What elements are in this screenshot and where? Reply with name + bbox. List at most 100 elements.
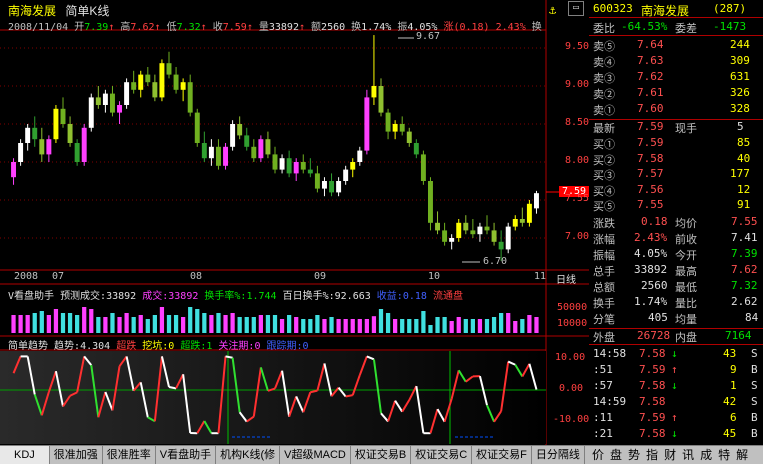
tick-row: 14:587.58↓43S [589, 347, 763, 362]
quote-footer-tab[interactable]: 指 [643, 446, 661, 464]
volume-bar [315, 315, 319, 333]
stat-row: 总额2560最低7.32 [589, 279, 763, 294]
candle-body [520, 219, 525, 223]
buy-level-row: 买④7.5612 [589, 183, 763, 198]
candle-body [407, 132, 412, 143]
candle-body [251, 147, 256, 158]
tab-rfgx[interactable]: 日分隔线 [532, 446, 585, 464]
stat-row: 分笔405均量84 [589, 311, 763, 326]
volume-bar [457, 317, 461, 333]
tab-jgkx[interactable]: 机构K线(修 [216, 446, 280, 464]
chart-area[interactable] [0, 0, 589, 445]
tab-qzjyf[interactable]: 权证交易F [472, 446, 532, 464]
volume-bar [18, 315, 22, 333]
candle-body [371, 86, 376, 97]
latest-row: 最新 7.59 现手 5 [589, 119, 763, 135]
outer-inner-row: 外盘 26728 内盘 7164 [589, 328, 763, 345]
candle-body [230, 124, 235, 147]
quote-footer-tab[interactable]: 解 [733, 446, 751, 464]
volume-bar [96, 317, 100, 333]
price-axis: 9.50 9.00 8.50 8.00 7.55 7.00 [547, 0, 589, 270]
volume-bar [520, 319, 524, 333]
candle-body [364, 97, 369, 150]
sell-level-row: 卖⑤7.64244 [589, 38, 763, 53]
volume-bar [124, 313, 128, 333]
volume-bar [47, 315, 51, 333]
candle-body [82, 128, 87, 162]
candle-body [350, 162, 355, 170]
quote-footer-tab[interactable]: 财 [661, 446, 679, 464]
sell-level-row: 卖④7.63309 [589, 54, 763, 69]
volume-bar [301, 319, 305, 333]
volume-bar [132, 317, 136, 333]
candle-body [336, 181, 341, 192]
candle-body [499, 242, 504, 250]
volume-bar [174, 315, 178, 333]
candle-body [75, 143, 80, 162]
stat-row: 涨幅2.43%前收7.41 [589, 231, 763, 246]
tab-qzjyc[interactable]: 权证交易C [411, 446, 472, 464]
volume-bar [61, 313, 65, 333]
candle-body [400, 124, 405, 132]
tab-vkpzs[interactable]: V看盘助手 [156, 446, 216, 464]
volume-bar [407, 319, 411, 333]
candle-body [110, 94, 115, 113]
quote-footer-tabs: 价盘势指财讯成特解 [589, 445, 763, 464]
candle-body [46, 139, 51, 154]
volume-bar [223, 315, 227, 333]
tick-row: :517.59↑9B [589, 363, 763, 378]
quote-footer-tab[interactable]: 讯 [679, 446, 697, 464]
candle-body [435, 223, 440, 231]
candle-body [506, 227, 511, 250]
volume-bar [68, 313, 72, 333]
tab-vcjmacd[interactable]: V超级MACD [280, 446, 351, 464]
quote-footer-tab[interactable]: 特 [715, 446, 733, 464]
volume-bar [442, 317, 446, 333]
candle-body [301, 162, 306, 170]
volume-bar [238, 317, 242, 333]
candle-body [124, 82, 129, 105]
candle-body [442, 230, 447, 241]
volume-bar [252, 317, 256, 333]
quote-footer-tab[interactable]: 成 [697, 446, 715, 464]
volume-bar [450, 321, 454, 333]
volume-bar [499, 313, 503, 333]
candle-body [527, 204, 532, 223]
tab-kdj[interactable]: KDJ [0, 446, 50, 464]
chart-mode[interactable]: 简单K线 [65, 4, 109, 18]
volume-bar [351, 319, 355, 333]
order-ratio-row: 委比 -64.53% 委差 -1473 [589, 20, 763, 36]
candle-body [485, 227, 490, 231]
tab-qzjyb[interactable]: 权证交易B [351, 446, 411, 464]
candle-body [103, 94, 108, 105]
candle-body [11, 162, 16, 177]
volume-bar [259, 315, 263, 333]
candle-body [152, 82, 157, 97]
stat-row: 振幅4.05%今开7.39 [589, 247, 763, 262]
volume-bar [103, 317, 107, 333]
candle-body [379, 86, 384, 113]
quote-footer-tab[interactable]: 盘 [607, 446, 625, 464]
volume-bar [393, 319, 397, 333]
volume-bar [421, 311, 425, 333]
volume-bar [82, 307, 86, 333]
quote-footer-tab[interactable]: 势 [625, 446, 643, 464]
tab-hzsl[interactable]: 很准胜率 [103, 446, 156, 464]
candle-body [61, 109, 66, 124]
candle-body [280, 158, 285, 169]
candle-body [322, 181, 327, 189]
volume-bar [492, 317, 496, 333]
candle-body [25, 128, 30, 143]
tick-row: :577.58↓1S [589, 379, 763, 394]
quote-footer-tab[interactable]: 价 [589, 446, 607, 464]
quote-panel: 600323 南海发展 (287) 委比 -64.53% 委差 -1473 卖⑤… [589, 0, 763, 445]
tab-hzjq[interactable]: 很准加强 [50, 446, 103, 464]
sell-level-row: 卖③7.62631 [589, 70, 763, 85]
candle-body [167, 63, 172, 74]
candle-body [294, 162, 299, 173]
volume-bar [464, 319, 468, 333]
candle-body [343, 170, 348, 181]
volume-bar [527, 315, 531, 333]
volume-bar [89, 309, 93, 333]
buy-level-row: 买②7.5840 [589, 152, 763, 167]
